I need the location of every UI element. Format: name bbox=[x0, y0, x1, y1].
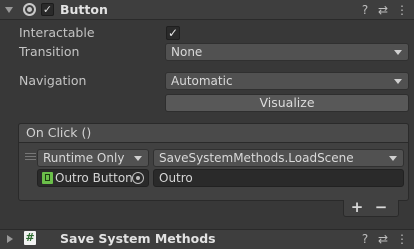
visualize-button[interactable]: Visualize bbox=[165, 94, 409, 112]
foldout-arrow-icon[interactable] bbox=[5, 7, 13, 13]
on-click-title: On Click () bbox=[26, 125, 92, 140]
component-title: Button bbox=[60, 2, 108, 17]
presets-icon[interactable]: ⇄ bbox=[376, 3, 390, 17]
chevron-down-icon bbox=[394, 79, 402, 84]
argument-input[interactable]: Outro bbox=[153, 169, 404, 187]
help-icon[interactable]: ? bbox=[358, 232, 372, 246]
foldout-arrow-icon[interactable] bbox=[7, 235, 13, 243]
navigation-dropdown[interactable]: Automatic bbox=[165, 72, 409, 90]
navigation-value: Automatic bbox=[171, 74, 233, 88]
more-options-icon[interactable]: ⋮ bbox=[395, 3, 409, 17]
remove-event-button[interactable]: − bbox=[370, 200, 392, 216]
chevron-down-icon bbox=[394, 50, 402, 55]
interactable-checkbox[interactable]: ✓ bbox=[166, 26, 180, 40]
button-component-icon bbox=[23, 3, 36, 16]
transition-dropdown[interactable]: None bbox=[165, 43, 409, 61]
chevron-down-icon bbox=[389, 156, 397, 161]
interactable-label: Interactable bbox=[19, 25, 95, 40]
call-state-dropdown[interactable]: Runtime Only bbox=[37, 149, 149, 167]
function-dropdown[interactable]: SaveSystemMethods.LoadScene bbox=[153, 149, 404, 167]
add-event-button[interactable]: + bbox=[346, 200, 368, 216]
function-value: SaveSystemMethods.LoadScene bbox=[159, 151, 354, 165]
script-icon: # bbox=[24, 231, 36, 245]
object-picker-icon[interactable] bbox=[132, 172, 144, 184]
game-object-icon bbox=[42, 172, 53, 184]
component-enabled-checkbox[interactable]: ✓ bbox=[41, 3, 54, 16]
drag-handle-icon[interactable] bbox=[25, 153, 36, 160]
transition-label: Transition bbox=[19, 44, 80, 59]
transition-value: None bbox=[171, 45, 203, 59]
call-state-value: Runtime Only bbox=[43, 151, 125, 165]
navigation-label: Navigation bbox=[19, 73, 87, 88]
help-icon[interactable]: ? bbox=[358, 3, 372, 17]
chevron-down-icon bbox=[134, 156, 142, 161]
next-component-title: Save System Methods bbox=[60, 231, 216, 246]
more-options-icon[interactable]: ⋮ bbox=[395, 232, 409, 246]
presets-icon[interactable]: ⇄ bbox=[376, 232, 390, 246]
